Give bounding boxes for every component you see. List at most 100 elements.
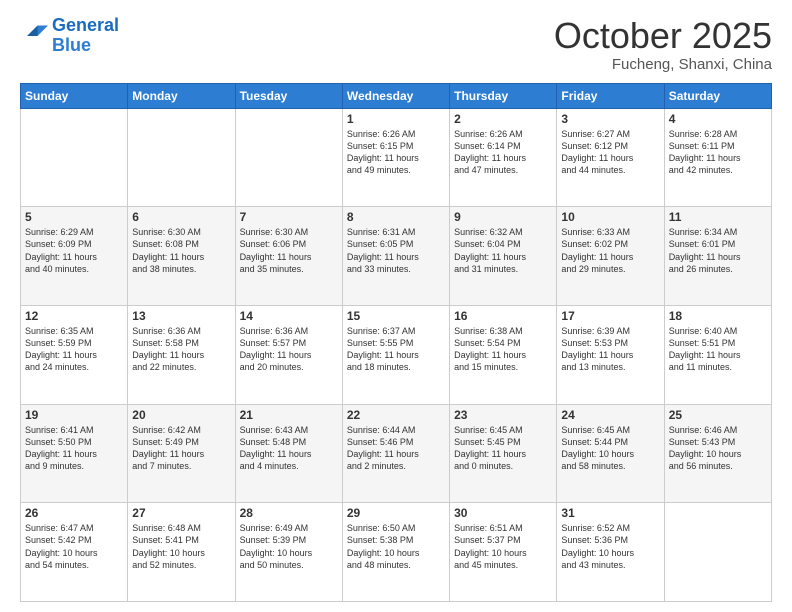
day-of-week-header: Wednesday [342,83,449,108]
day-of-week-header: Thursday [450,83,557,108]
day-of-week-header: Tuesday [235,83,342,108]
day-info: Sunrise: 6:30 AM Sunset: 6:08 PM Dayligh… [132,226,230,275]
day-info: Sunrise: 6:52 AM Sunset: 5:36 PM Dayligh… [561,522,659,571]
calendar-cell: 31 Sunrise: 6:52 AM Sunset: 5:36 PM Dayli… [557,503,664,602]
day-of-week-header: Saturday [664,83,771,108]
day-number: 22 [347,408,445,422]
calendar-table: SundayMondayTuesdayWednesdayThursdayFrid… [20,83,772,602]
day-info: Sunrise: 6:42 AM Sunset: 5:49 PM Dayligh… [132,424,230,473]
day-number: 31 [561,506,659,520]
day-number: 29 [347,506,445,520]
day-number: 26 [25,506,123,520]
day-info: Sunrise: 6:34 AM Sunset: 6:01 PM Dayligh… [669,226,767,275]
calendar-cell: 24 Sunrise: 6:45 AM Sunset: 5:44 PM Dayli… [557,404,664,503]
logo: General Blue [20,16,119,56]
day-info: Sunrise: 6:26 AM Sunset: 6:15 PM Dayligh… [347,128,445,177]
day-info: Sunrise: 6:46 AM Sunset: 5:43 PM Dayligh… [669,424,767,473]
logo-general: General [52,15,119,35]
logo-text: General Blue [52,16,119,56]
day-info: Sunrise: 6:44 AM Sunset: 5:46 PM Dayligh… [347,424,445,473]
day-number: 14 [240,309,338,323]
calendar-cell: 23 Sunrise: 6:45 AM Sunset: 5:45 PM Dayli… [450,404,557,503]
calendar-week-row: 26 Sunrise: 6:47 AM Sunset: 5:42 PM Dayli… [21,503,772,602]
day-info: Sunrise: 6:33 AM Sunset: 6:02 PM Dayligh… [561,226,659,275]
day-info: Sunrise: 6:39 AM Sunset: 5:53 PM Dayligh… [561,325,659,374]
day-number: 27 [132,506,230,520]
calendar-cell: 2 Sunrise: 6:26 AM Sunset: 6:14 PM Daylig… [450,108,557,207]
day-info: Sunrise: 6:36 AM Sunset: 5:58 PM Dayligh… [132,325,230,374]
day-info: Sunrise: 6:47 AM Sunset: 5:42 PM Dayligh… [25,522,123,571]
day-number: 9 [454,210,552,224]
day-info: Sunrise: 6:40 AM Sunset: 5:51 PM Dayligh… [669,325,767,374]
calendar-cell [664,503,771,602]
day-number: 7 [240,210,338,224]
calendar-cell: 9 Sunrise: 6:32 AM Sunset: 6:04 PM Daylig… [450,207,557,306]
calendar-cell: 20Sunrise: 6:42 AM Sunset: 5:49 PM Dayli… [128,404,235,503]
calendar-cell: 14 Sunrise: 6:36 AM Sunset: 5:57 PM Dayli… [235,305,342,404]
calendar-cell: 16Sunrise: 6:38 AM Sunset: 5:54 PM Dayli… [450,305,557,404]
month-title: October 2025 [554,16,772,56]
calendar-cell: 18 Sunrise: 6:40 AM Sunset: 5:51 PM Dayli… [664,305,771,404]
day-number: 24 [561,408,659,422]
day-of-week-header: Sunday [21,83,128,108]
day-info: Sunrise: 6:36 AM Sunset: 5:57 PM Dayligh… [240,325,338,374]
day-number: 4 [669,112,767,126]
header: General Blue October 2025 Fucheng, Shanx… [20,16,772,73]
title-block: October 2025 Fucheng, Shanxi, China [554,16,772,73]
day-info: Sunrise: 6:29 AM Sunset: 6:09 PM Dayligh… [25,226,123,275]
day-number: 18 [669,309,767,323]
day-number: 28 [240,506,338,520]
day-info: Sunrise: 6:26 AM Sunset: 6:14 PM Dayligh… [454,128,552,177]
calendar-cell: 26 Sunrise: 6:47 AM Sunset: 5:42 PM Dayli… [21,503,128,602]
day-info: Sunrise: 6:37 AM Sunset: 5:55 PM Dayligh… [347,325,445,374]
day-info: Sunrise: 6:28 AM Sunset: 6:11 PM Dayligh… [669,128,767,177]
day-number: 5 [25,210,123,224]
calendar-cell: 15 Sunrise: 6:37 AM Sunset: 5:55 PM Dayli… [342,305,449,404]
header-row: SundayMondayTuesdayWednesdayThursdayFrid… [21,83,772,108]
day-number: 16 [454,309,552,323]
day-info: Sunrise: 6:45 AM Sunset: 5:45 PM Dayligh… [454,424,552,473]
calendar-cell [128,108,235,207]
day-number: 1 [347,112,445,126]
calendar-cell: 6 Sunrise: 6:30 AM Sunset: 6:08 PM Daylig… [128,207,235,306]
calendar-cell: 30Sunrise: 6:51 AM Sunset: 5:37 PM Dayli… [450,503,557,602]
day-info: Sunrise: 6:49 AM Sunset: 5:39 PM Dayligh… [240,522,338,571]
day-number: 6 [132,210,230,224]
calendar-cell: 25Sunrise: 6:46 AM Sunset: 5:43 PM Dayli… [664,404,771,503]
logo-icon [20,22,48,50]
calendar-cell: 4 Sunrise: 6:28 AM Sunset: 6:11 PM Daylig… [664,108,771,207]
calendar-cell: 19Sunrise: 6:41 AM Sunset: 5:50 PM Dayli… [21,404,128,503]
day-number: 13 [132,309,230,323]
day-info: Sunrise: 6:32 AM Sunset: 6:04 PM Dayligh… [454,226,552,275]
calendar-week-row: 12Sunrise: 6:35 AM Sunset: 5:59 PM Dayli… [21,305,772,404]
calendar-week-row: 5 Sunrise: 6:29 AM Sunset: 6:09 PM Daylig… [21,207,772,306]
day-number: 2 [454,112,552,126]
calendar-cell: 7Sunrise: 6:30 AM Sunset: 6:06 PM Daylig… [235,207,342,306]
location: Fucheng, Shanxi, China [554,56,772,73]
calendar-cell [235,108,342,207]
day-info: Sunrise: 6:51 AM Sunset: 5:37 PM Dayligh… [454,522,552,571]
day-info: Sunrise: 6:45 AM Sunset: 5:44 PM Dayligh… [561,424,659,473]
calendar-week-row: 19Sunrise: 6:41 AM Sunset: 5:50 PM Dayli… [21,404,772,503]
page: General Blue October 2025 Fucheng, Shanx… [0,0,792,612]
calendar-cell: 5 Sunrise: 6:29 AM Sunset: 6:09 PM Daylig… [21,207,128,306]
day-number: 3 [561,112,659,126]
day-of-week-header: Friday [557,83,664,108]
logo-blue: Blue [52,36,119,56]
day-info: Sunrise: 6:31 AM Sunset: 6:05 PM Dayligh… [347,226,445,275]
calendar-cell: 22 Sunrise: 6:44 AM Sunset: 5:46 PM Dayli… [342,404,449,503]
day-number: 21 [240,408,338,422]
day-number: 8 [347,210,445,224]
day-info: Sunrise: 6:27 AM Sunset: 6:12 PM Dayligh… [561,128,659,177]
calendar-cell: 10Sunrise: 6:33 AM Sunset: 6:02 PM Dayli… [557,207,664,306]
day-info: Sunrise: 6:41 AM Sunset: 5:50 PM Dayligh… [25,424,123,473]
day-info: Sunrise: 6:48 AM Sunset: 5:41 PM Dayligh… [132,522,230,571]
calendar-cell: 3 Sunrise: 6:27 AM Sunset: 6:12 PM Daylig… [557,108,664,207]
day-number: 15 [347,309,445,323]
calendar-cell: 12Sunrise: 6:35 AM Sunset: 5:59 PM Dayli… [21,305,128,404]
day-number: 23 [454,408,552,422]
calendar-cell: 27 Sunrise: 6:48 AM Sunset: 5:41 PM Dayli… [128,503,235,602]
day-number: 11 [669,210,767,224]
calendar-cell [21,108,128,207]
calendar-cell: 21Sunrise: 6:43 AM Sunset: 5:48 PM Dayli… [235,404,342,503]
